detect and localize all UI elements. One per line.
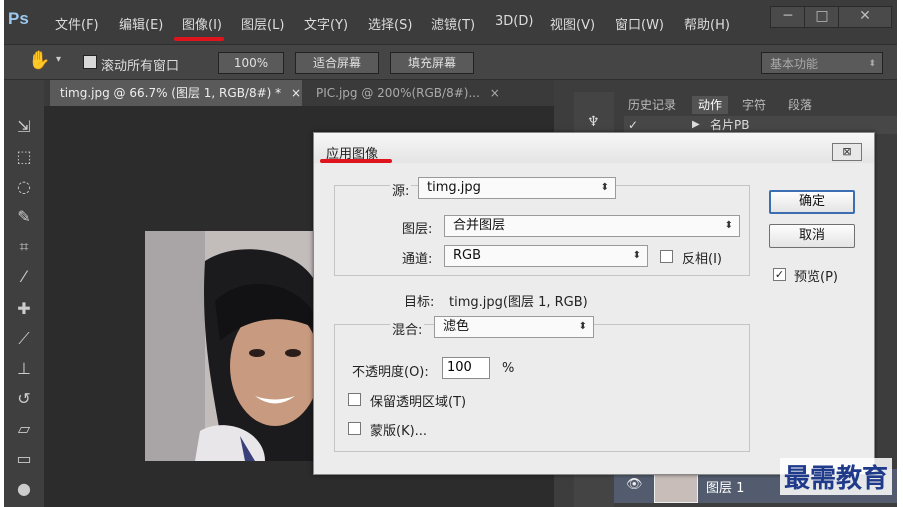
move-tool-icon[interactable]: ⇲ xyxy=(12,116,36,138)
fit-screen-button[interactable]: 适合屏幕 xyxy=(295,52,379,74)
history-brush-tool-icon[interactable]: ↺ xyxy=(12,388,36,410)
layer-name: 图层 1 xyxy=(706,481,745,496)
brush-tool-icon[interactable]: ⟋ xyxy=(12,328,36,350)
preserve-transparency-label: 保留透明区域(T) xyxy=(370,395,467,410)
tab-paragraph[interactable]: 段落 xyxy=(782,96,818,114)
tab-timg-close-icon[interactable]: × xyxy=(291,86,301,100)
healing-brush-tool-icon[interactable]: ✚ xyxy=(12,298,36,320)
menu-select[interactable]: 选择(S) xyxy=(368,14,412,33)
maximize-button[interactable]: □ xyxy=(804,6,840,28)
blend-label: 混合: xyxy=(390,319,425,338)
watermark-logo: 最需教育 xyxy=(780,458,893,495)
source-select[interactable]: timg.jpg ⬍ xyxy=(418,177,616,199)
workspace-chevron-icon: ⬍ xyxy=(868,59,876,69)
source-label: 源: xyxy=(390,180,412,199)
tab-pic-label: PIC.jpg @ 200%(RGB/8#)... xyxy=(316,86,480,100)
eraser-tool-icon[interactable]: ▱ xyxy=(12,418,36,440)
menu-image[interactable]: 图像(I) xyxy=(182,14,222,33)
menu-filter[interactable]: 滤镜(T) xyxy=(431,14,475,33)
channel-select[interactable]: RGB ⬍ xyxy=(444,245,648,267)
ps-logo: Ps xyxy=(8,9,29,28)
blend-value: 滤色 xyxy=(443,319,470,334)
tab-actions[interactable]: 动作 xyxy=(692,96,729,114)
blend-chevron-icon: ⬍ xyxy=(578,321,587,332)
opacity-unit: % xyxy=(502,361,515,376)
zoom-100-button[interactable]: 100% xyxy=(218,52,284,74)
channel-chevron-icon: ⬍ xyxy=(632,250,641,261)
tab-pic[interactable]: PIC.jpg @ 200%(RGB/8#)... × xyxy=(306,80,516,106)
eye-icon[interactable]: 👁 xyxy=(626,477,643,492)
close-window-button[interactable]: ✕ xyxy=(838,6,892,28)
menu-layer[interactable]: 图层(L) xyxy=(241,14,284,33)
preserve-transparency-checkbox[interactable] xyxy=(348,393,361,406)
layer-select[interactable]: 合并图层 ⬍ xyxy=(444,215,740,237)
crop-tool-icon[interactable]: ⌗ xyxy=(12,236,36,258)
menu-image-highlight xyxy=(174,37,224,41)
channel-value: RGB xyxy=(453,248,482,263)
tab-timg-label: timg.jpg @ 66.7% (图层 1, RGB/8#) * xyxy=(60,86,282,100)
source-chevron-icon: ⬍ xyxy=(600,182,609,193)
tab-timg[interactable]: timg.jpg @ 66.7% (图层 1, RGB/8#) * × xyxy=(50,80,302,106)
opacity-label: 不透明度(O): xyxy=(352,365,429,380)
preview-label: 预览(P) xyxy=(794,270,838,285)
document-photo[interactable] xyxy=(145,231,315,461)
invert-label: 反相(I) xyxy=(682,252,722,267)
target-value: timg.jpg(图层 1, RGB) xyxy=(449,295,588,310)
opacity-input[interactable]: 100 xyxy=(442,357,490,379)
invert-checkbox[interactable] xyxy=(660,250,673,263)
menu-edit[interactable]: 编辑(E) xyxy=(119,14,163,33)
layer-thumbnail xyxy=(654,471,698,503)
apply-image-dialog: 应用图像 ⊠ 源: timg.jpg ⬍ 图层: 合并图层 ⬍ 通道: RGB … xyxy=(313,132,875,475)
fill-screen-button[interactable]: 填充屏幕 xyxy=(390,52,474,74)
lasso-tool-icon[interactable]: ◌ xyxy=(12,176,36,198)
tools-panel: ⇲ ⬚ ◌ ✎ ⌗ ⁄ ✚ ⟋ ⊥ ↺ ▱ ▭ ● xyxy=(4,80,45,507)
mask-label: 蒙版(K)... xyxy=(370,424,428,439)
menu-type[interactable]: 文字(Y) xyxy=(304,14,348,33)
blend-select[interactable]: 滤色 ⬍ xyxy=(434,316,594,338)
options-bar: ✋ ▾ 滚动所有窗口 100% 适合屏幕 填充屏幕 基本功能 ⬍ xyxy=(4,44,897,80)
tab-pic-close-icon[interactable]: × xyxy=(490,86,500,100)
workspace-select[interactable]: 基本功能 ⬍ xyxy=(761,52,883,74)
actions-panel-icon[interactable]: ♆ xyxy=(587,114,600,130)
menu-file[interactable]: 文件(F) xyxy=(55,14,99,33)
scroll-all-windows-label: 滚动所有窗口 xyxy=(101,59,180,74)
ok-button[interactable]: 确定 xyxy=(769,190,855,214)
tool-preset-chevron-icon[interactable]: ▾ xyxy=(56,54,61,65)
document-tabs: timg.jpg @ 66.7% (图层 1, RGB/8#) * × PIC.… xyxy=(44,80,554,106)
layer-label: 图层: xyxy=(402,222,433,237)
workspace-value: 基本功能 xyxy=(770,57,819,71)
preview-checkbox[interactable]: ✓ xyxy=(773,268,786,281)
layer-value: 合并图层 xyxy=(453,218,506,233)
cancel-button[interactable]: 取消 xyxy=(769,224,855,248)
menu-view[interactable]: 视图(V) xyxy=(550,14,595,33)
target-label: 目标: xyxy=(404,295,435,310)
hand-tool-icon[interactable]: ✋ xyxy=(28,50,50,71)
blur-tool-icon[interactable]: ● xyxy=(12,478,36,500)
marquee-tool-icon[interactable]: ⬚ xyxy=(12,146,36,168)
minimize-button[interactable]: ─ xyxy=(770,6,806,28)
stamp-tool-icon[interactable]: ⊥ xyxy=(12,358,36,380)
layer-chevron-icon: ⬍ xyxy=(724,220,733,231)
tab-character[interactable]: 字符 xyxy=(736,96,772,114)
portrait-photo-icon xyxy=(145,231,315,461)
scroll-all-windows-checkbox[interactable] xyxy=(83,55,97,69)
gradient-tool-icon[interactable]: ▭ xyxy=(12,448,36,470)
menu-3d[interactable]: 3D(D) xyxy=(495,14,533,29)
tab-history[interactable]: 历史记录 xyxy=(622,96,682,114)
menu-window[interactable]: 窗口(W) xyxy=(615,14,664,33)
menu-help[interactable]: 帮助(H) xyxy=(684,14,730,33)
menu-bar: Ps 文件(F) 编辑(E) 图像(I) 图层(L) 文字(Y) 选择(S) 滤… xyxy=(4,0,897,44)
source-value: timg.jpg xyxy=(427,180,481,195)
dialog-close-button[interactable]: ⊠ xyxy=(832,143,862,161)
mask-checkbox[interactable] xyxy=(348,422,361,435)
dialog-titlebar[interactable]: 应用图像 ⊠ xyxy=(314,133,874,163)
eyedropper-tool-icon[interactable]: ⁄ xyxy=(12,266,36,288)
quick-select-tool-icon[interactable]: ✎ xyxy=(12,206,36,228)
channel-label: 通道: xyxy=(402,252,433,267)
dialog-title-highlight xyxy=(320,159,392,163)
